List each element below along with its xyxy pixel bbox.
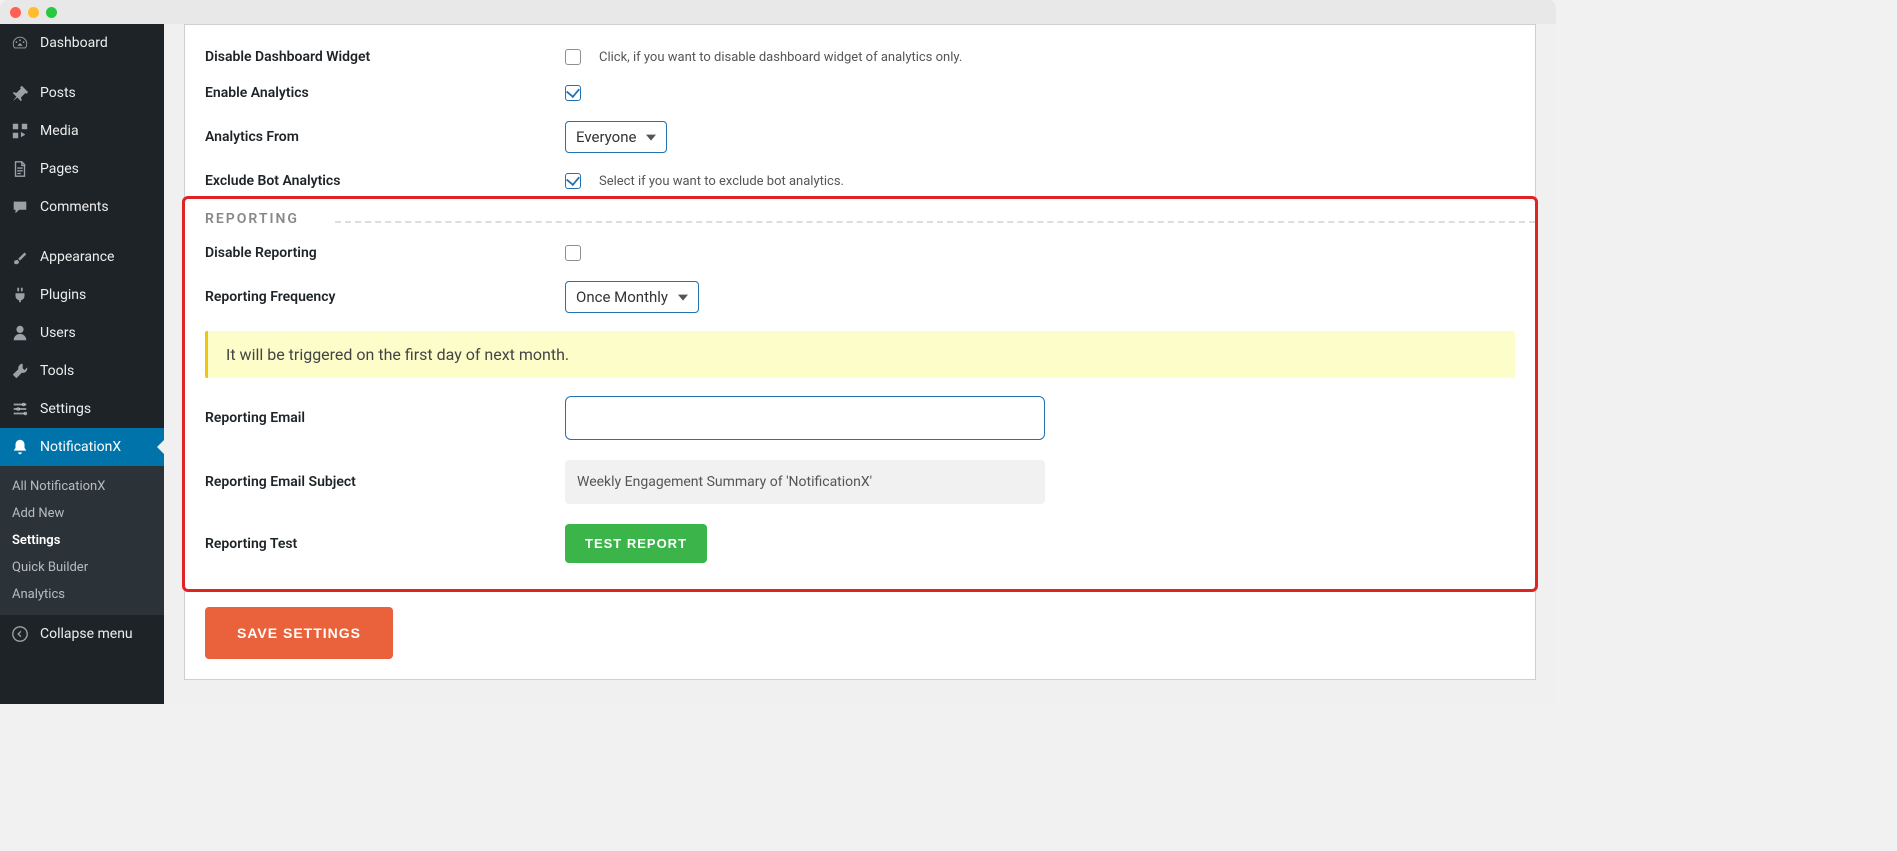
dashboard-icon xyxy=(10,33,30,53)
sidebar-label: Dashboard xyxy=(40,35,108,51)
row-reporting-subject: Reporting Email Subject Weekly Engagemen… xyxy=(185,450,1535,514)
sidebar-label: Appearance xyxy=(40,249,114,265)
test-report-button[interactable]: TEST REPORT xyxy=(565,524,707,563)
help-disable-widget: Click, if you want to disable dashboard … xyxy=(599,50,962,65)
sidebar-label: Media xyxy=(40,123,79,139)
user-icon xyxy=(10,323,30,343)
sidebar-item-media[interactable]: Media xyxy=(0,112,164,150)
sliders-icon xyxy=(10,399,30,419)
submenu-all-notificationx[interactable]: All NotificationX xyxy=(0,473,164,500)
sidebar-label: NotificationX xyxy=(40,439,121,455)
label-enable-analytics: Enable Analytics xyxy=(205,85,545,101)
label-reporting-subject: Reporting Email Subject xyxy=(205,474,545,490)
window-close-dot[interactable] xyxy=(10,7,21,18)
dropdown-analytics-from[interactable]: Everyone xyxy=(565,121,667,153)
sidebar-item-comments[interactable]: Comments xyxy=(0,188,164,226)
collapse-label: Collapse menu xyxy=(40,626,133,642)
collapse-icon xyxy=(10,624,30,644)
wrench-icon xyxy=(10,361,30,381)
bell-icon xyxy=(10,437,30,457)
submenu-settings[interactable]: Settings xyxy=(0,527,164,554)
row-reporting-test: Reporting Test TEST REPORT xyxy=(185,514,1535,573)
settings-panel: Disable Dashboard Widget Click, if you w… xyxy=(184,24,1536,680)
window-zoom-dot[interactable] xyxy=(46,7,57,18)
sidebar-item-users[interactable]: Users xyxy=(0,314,164,352)
row-reporting-frequency: Reporting Frequency Once Monthly xyxy=(185,271,1535,323)
sidebar-item-notificationx[interactable]: NotificationX xyxy=(0,428,164,466)
sidebar-item-settings[interactable]: Settings xyxy=(0,390,164,428)
sidebar-item-dashboard[interactable]: Dashboard xyxy=(0,24,164,62)
main-content: Disable Dashboard Widget Click, if you w… xyxy=(164,24,1556,704)
sidebar-item-tools[interactable]: Tools xyxy=(0,352,164,390)
sidebar-item-pages[interactable]: Pages xyxy=(0,150,164,188)
checkbox-enable-analytics[interactable] xyxy=(565,85,581,101)
label-reporting-test: Reporting Test xyxy=(205,536,545,552)
sidebar-label: Tools xyxy=(40,363,74,379)
section-header-reporting: REPORTING xyxy=(185,207,1535,235)
label-reporting-frequency: Reporting Frequency xyxy=(205,289,545,305)
row-analytics-from: Analytics From Everyone xyxy=(185,111,1535,163)
input-reporting-email[interactable] xyxy=(565,396,1045,440)
collapse-menu[interactable]: Collapse menu xyxy=(0,615,164,653)
label-analytics-from: Analytics From xyxy=(205,129,545,145)
sidebar-label: Comments xyxy=(40,199,109,215)
dropdown-reporting-frequency[interactable]: Once Monthly xyxy=(565,281,699,313)
row-exclude-bot: Exclude Bot Analytics Select if you want… xyxy=(185,163,1535,199)
sidebar-item-plugins[interactable]: Plugins xyxy=(0,276,164,314)
sidebar-item-posts[interactable]: Posts xyxy=(0,74,164,112)
label-disable-widget: Disable Dashboard Widget xyxy=(205,49,545,65)
help-exclude-bot: Select if you want to exclude bot analyt… xyxy=(599,174,844,189)
reporting-notice: It will be triggered on the first day of… xyxy=(205,331,1515,378)
sidebar-label: Pages xyxy=(40,161,79,177)
checkbox-exclude-bot[interactable] xyxy=(565,173,581,189)
sidebar-label: Posts xyxy=(40,85,76,101)
save-settings-button[interactable]: SAVE SETTINGS xyxy=(205,607,393,659)
input-reporting-subject[interactable]: Weekly Engagement Summary of 'Notificati… xyxy=(565,460,1045,504)
label-exclude-bot: Exclude Bot Analytics xyxy=(205,173,545,189)
comment-icon xyxy=(10,197,30,217)
reporting-highlight: REPORTING Disable Reporting Reporting Fr… xyxy=(182,196,1538,592)
sidebar-label: Settings xyxy=(40,401,91,417)
submenu-analytics[interactable]: Analytics xyxy=(0,581,164,608)
page-icon xyxy=(10,159,30,179)
window-titlebar xyxy=(0,0,1556,24)
submenu-add-new[interactable]: Add New xyxy=(0,500,164,527)
checkbox-disable-reporting[interactable] xyxy=(565,245,581,261)
row-enable-analytics: Enable Analytics xyxy=(185,75,1535,111)
row-reporting-email: Reporting Email xyxy=(185,386,1535,450)
brush-icon xyxy=(10,247,30,267)
row-disable-reporting: Disable Reporting xyxy=(185,235,1535,271)
admin-sidebar: Dashboard Posts Media Pages Comments xyxy=(0,24,164,704)
submenu-quick-builder[interactable]: Quick Builder xyxy=(0,554,164,581)
checkbox-disable-widget[interactable] xyxy=(565,49,581,65)
sidebar-submenu: All NotificationX Add New Settings Quick… xyxy=(0,466,164,615)
sidebar-label: Plugins xyxy=(40,287,86,303)
media-icon xyxy=(10,121,30,141)
window-minimize-dot[interactable] xyxy=(28,7,39,18)
pin-icon xyxy=(10,83,30,103)
label-disable-reporting: Disable Reporting xyxy=(205,245,545,261)
plug-icon xyxy=(10,285,30,305)
label-reporting-email: Reporting Email xyxy=(205,410,545,426)
row-disable-dashboard-widget: Disable Dashboard Widget Click, if you w… xyxy=(185,39,1535,75)
sidebar-item-appearance[interactable]: Appearance xyxy=(0,238,164,276)
sidebar-label: Users xyxy=(40,325,76,341)
